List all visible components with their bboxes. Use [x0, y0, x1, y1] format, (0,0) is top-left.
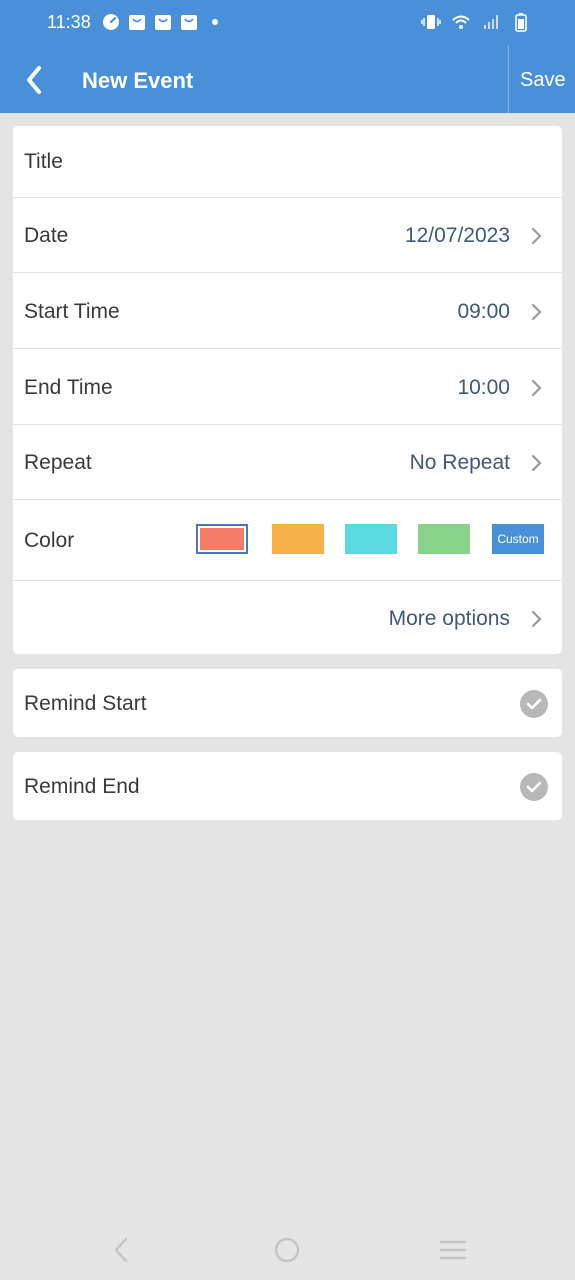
remind-start-card[interactable]: Remind Start — [13, 669, 562, 737]
color-label: Color — [24, 529, 75, 552]
repeat-label: Repeat — [24, 451, 92, 474]
shopping-bag-icon — [180, 13, 198, 31]
more-options-row[interactable]: More options — [13, 581, 562, 654]
chevron-right-icon — [530, 226, 544, 246]
speedometer-icon — [102, 13, 120, 31]
date-label: Date — [24, 224, 69, 247]
wifi-icon — [451, 12, 471, 32]
chevron-right-icon — [530, 453, 544, 473]
chevron-right-icon — [530, 609, 544, 629]
recents-icon[interactable] — [437, 1234, 469, 1266]
repeat-row[interactable]: Repeat No Repeat — [13, 425, 562, 500]
end-time-label: End Time — [24, 376, 113, 399]
custom-color-button[interactable]: Custom — [492, 524, 544, 554]
date-value: 12/07/2023 — [404, 224, 510, 247]
chevron-right-icon — [530, 378, 544, 398]
system-nav-bar — [0, 1218, 575, 1280]
end-time-row[interactable]: End Time 10:00 — [13, 349, 562, 425]
system-icons — [421, 12, 531, 32]
title-row[interactable]: Title — [13, 126, 562, 198]
shopping-bag-icon — [154, 13, 172, 31]
chevron-right-icon — [530, 302, 544, 322]
notification-icons — [102, 13, 224, 31]
color-swatch-green[interactable] — [418, 524, 470, 554]
page-title: New Event — [82, 68, 194, 93]
remind-end-label: Remind End — [24, 775, 140, 798]
color-swatch-orange[interactable] — [272, 524, 324, 554]
back-icon[interactable] — [105, 1234, 137, 1266]
more-options-label: More options — [388, 607, 510, 630]
start-time-label: Start Time — [24, 300, 120, 323]
status-bar: 11:38 — [0, 0, 575, 46]
start-time-row[interactable]: Start Time 09:00 — [13, 273, 562, 349]
signal-icon — [481, 12, 501, 32]
vibrate-icon — [421, 12, 441, 32]
remind-start-label: Remind Start — [24, 692, 147, 715]
save-button[interactable]: Save — [520, 69, 566, 92]
event-form-card: Title Date 12/07/2023 Start Time 09:00 E… — [13, 126, 562, 654]
home-icon[interactable] — [271, 1234, 303, 1266]
title-label: Title — [24, 150, 63, 173]
date-row[interactable]: Date 12/07/2023 — [13, 198, 562, 273]
shopping-bag-icon — [128, 13, 146, 31]
battery-icon — [511, 12, 531, 32]
start-time-value: 09:00 — [457, 300, 510, 323]
appbar-divider — [508, 46, 509, 113]
remind-end-card[interactable]: Remind End — [13, 752, 562, 820]
end-time-value: 10:00 — [457, 376, 510, 399]
app-bar: New Event Save — [0, 46, 575, 113]
color-swatch-coral[interactable] — [196, 524, 248, 554]
back-button[interactable] — [14, 60, 54, 100]
checkmark-icon[interactable] — [520, 773, 548, 801]
checkmark-icon[interactable] — [520, 690, 548, 718]
dot-icon — [206, 13, 224, 31]
status-time: 11:38 — [47, 12, 91, 32]
header: 11:38 New Event Save — [0, 0, 575, 113]
repeat-value: No Repeat — [409, 451, 510, 474]
color-swatch-cyan[interactable] — [345, 524, 397, 554]
color-row: Color Custom — [13, 500, 562, 581]
chevron-left-icon — [27, 66, 41, 94]
